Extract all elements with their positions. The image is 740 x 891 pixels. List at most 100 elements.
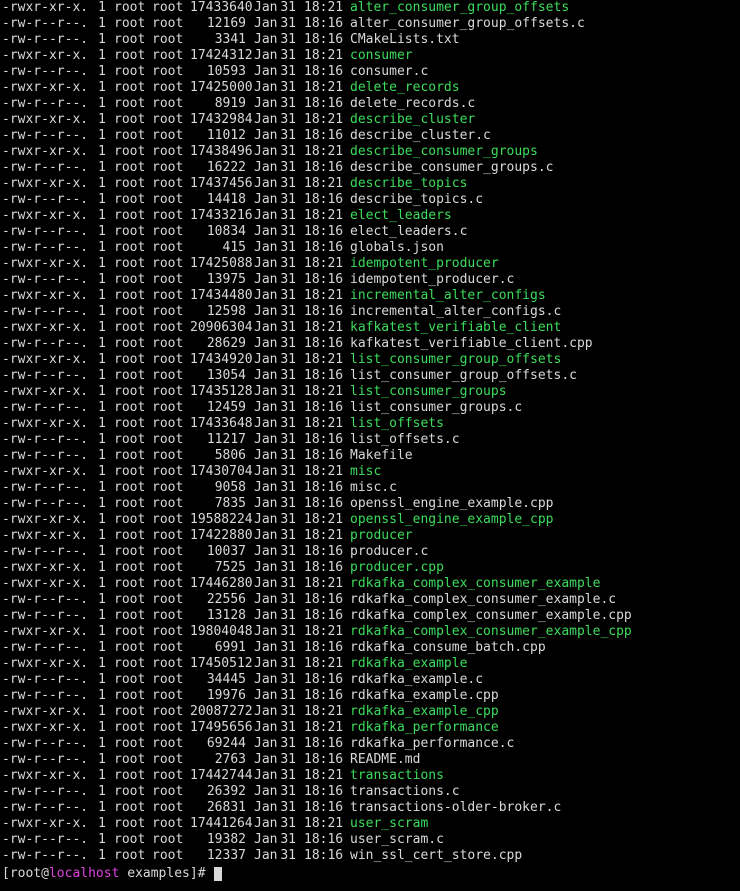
listing-links: 1 — [98, 160, 106, 175]
text-cursor[interactable] — [214, 866, 223, 881]
listing-row: -rwxr-xr-x. 1 root root 17495656Jan 31 18:21 rd… — [2, 720, 740, 736]
listing-perm: -rw-r--r--. — [2, 368, 89, 383]
listing-month: Jan — [254, 480, 278, 495]
listing-month: Jan — [254, 0, 278, 15]
listing-day: 31 — [280, 320, 296, 335]
listing-perm: -rwxr-xr-x. — [2, 704, 89, 719]
listing-owner: root — [114, 608, 146, 623]
terminal-window[interactable]: -rwxr-xr-x. 1 root root 17433640Jan 31 18:21 al… — [0, 0, 740, 891]
listing-group: root — [152, 304, 184, 319]
listing-row: -rw-r--r--. 1 root root 16222 Jan 31 18:16 descr… — [2, 160, 740, 176]
listing-group: root — [152, 432, 184, 447]
listing-size: 16222 — [206, 160, 246, 175]
listing-row: -rwxr-xr-x. 1 root root 20087272Jan 31 18:21 rd… — [2, 704, 740, 720]
listing-owner: root — [114, 592, 146, 607]
listing-perm: -rwxr-xr-x. — [2, 384, 89, 399]
listing-row: -rw-r--r--. 1 root root 11217 Jan 31 18:16 list_… — [2, 432, 740, 448]
listing-month: Jan — [254, 736, 278, 751]
listing-row: -rwxr-xr-x. 1 root root 20906304Jan 31 18:21 ka… — [2, 320, 740, 336]
listing-perm: -rw-r--r--. — [2, 848, 89, 863]
listing-group: root — [152, 96, 184, 111]
listing-time: 18:21 — [304, 768, 344, 783]
listing-row: -rwxr-xr-x. 1 root root 17430704Jan 31 18:21 mi… — [2, 464, 740, 480]
listing-row: -rw-r--r--. 1 root root 19382 Jan 31 18:16 user_… — [2, 832, 740, 848]
listing-size: 26831 — [206, 800, 246, 815]
listing-size: 20087272 — [190, 704, 253, 719]
listing-size: 17442744 — [190, 768, 253, 783]
listing-row: -rwxr-xr-x. 1 root root 17425000Jan 31 18:21 de… — [2, 80, 740, 96]
prompt-cwd: examples — [127, 866, 190, 881]
listing-owner: root — [114, 208, 146, 223]
listing-owner: root — [114, 464, 146, 479]
listing-day: 31 — [280, 80, 296, 95]
listing-owner: root — [114, 272, 146, 287]
listing-links: 1 — [98, 576, 106, 591]
file-name: describe_consumer_groups.c — [350, 160, 554, 175]
listing-time: 18:16 — [304, 400, 344, 415]
listing-size: 12459 — [206, 400, 246, 415]
listing-size: 69244 — [206, 736, 246, 751]
listing-time: 18:21 — [304, 704, 344, 719]
listing-perm: -rwxr-xr-x. — [2, 624, 89, 639]
listing-day: 31 — [280, 704, 296, 719]
listing-group: root — [152, 128, 184, 143]
listing-month: Jan — [254, 800, 278, 815]
listing-month: Jan — [254, 720, 278, 735]
listing-owner: root — [114, 736, 146, 751]
listing-day: 31 — [280, 512, 296, 527]
listing-group: root — [152, 48, 184, 63]
listing-owner: root — [114, 320, 146, 335]
listing-links: 1 — [98, 96, 106, 111]
listing-group: root — [152, 480, 184, 495]
listing-group: root — [152, 368, 184, 383]
listing-perm: -rwxr-xr-x. — [2, 48, 89, 63]
listing-links: 1 — [98, 672, 106, 687]
listing-links: 1 — [98, 816, 106, 831]
file-name: rdkafka_example.cpp — [350, 688, 499, 703]
listing-time: 18:16 — [304, 544, 344, 559]
listing-links: 1 — [98, 192, 106, 207]
listing-size: 3341 — [214, 32, 246, 47]
prompt-open-bracket: [ — [2, 866, 10, 881]
listing-links: 1 — [98, 592, 106, 607]
listing-links: 1 — [98, 560, 106, 575]
listing-group: root — [152, 32, 184, 47]
file-name: alter_consumer_group_offsets.c — [350, 16, 585, 31]
listing-size: 7525 — [214, 560, 246, 575]
shell-prompt[interactable]: [root@localhost examples]# — [2, 865, 740, 883]
listing-day: 31 — [280, 176, 296, 191]
listing-time: 18:16 — [304, 16, 344, 31]
listing-time: 18:16 — [304, 752, 344, 767]
listing-size: 17422880 — [190, 528, 253, 543]
listing-row: -rw-r--r--. 1 root root 9058 Jan 31 18:16 misc.c — [2, 480, 740, 496]
listing-group: root — [152, 448, 184, 463]
listing-time: 18:16 — [304, 848, 344, 863]
listing-time: 18:16 — [304, 688, 344, 703]
listing-links: 1 — [98, 784, 106, 799]
listing-group: root — [152, 352, 184, 367]
listing-group: root — [152, 576, 184, 591]
listing-month: Jan — [254, 160, 278, 175]
listing-time: 18:16 — [304, 272, 344, 287]
listing-day: 31 — [280, 272, 296, 287]
listing-perm: -rwxr-xr-x. — [2, 208, 89, 223]
listing-size: 13128 — [206, 608, 246, 623]
listing-day: 31 — [280, 224, 296, 239]
listing-month: Jan — [254, 432, 278, 447]
listing-day: 31 — [280, 816, 296, 831]
listing-month: Jan — [254, 48, 278, 63]
listing-links: 1 — [98, 304, 106, 319]
listing-time: 18:21 — [304, 256, 344, 271]
listing-time: 18:16 — [304, 640, 344, 655]
listing-owner: root — [114, 448, 146, 463]
listing-group: root — [152, 544, 184, 559]
listing-row: -rw-r--r--. 1 root root 13054 Jan 31 18:16 list_… — [2, 368, 740, 384]
listing-day: 31 — [280, 848, 296, 863]
listing-perm: -rw-r--r--. — [2, 224, 89, 239]
file-name: list_consumer_group_offsets.c — [350, 368, 577, 383]
listing-links: 1 — [98, 272, 106, 287]
listing-size: 11217 — [206, 432, 246, 447]
listing-day: 31 — [280, 256, 296, 271]
listing-row: -rw-r--r--. 1 root root 69244 Jan 31 18:16 rdkaf… — [2, 736, 740, 752]
listing-time: 18:16 — [304, 432, 344, 447]
